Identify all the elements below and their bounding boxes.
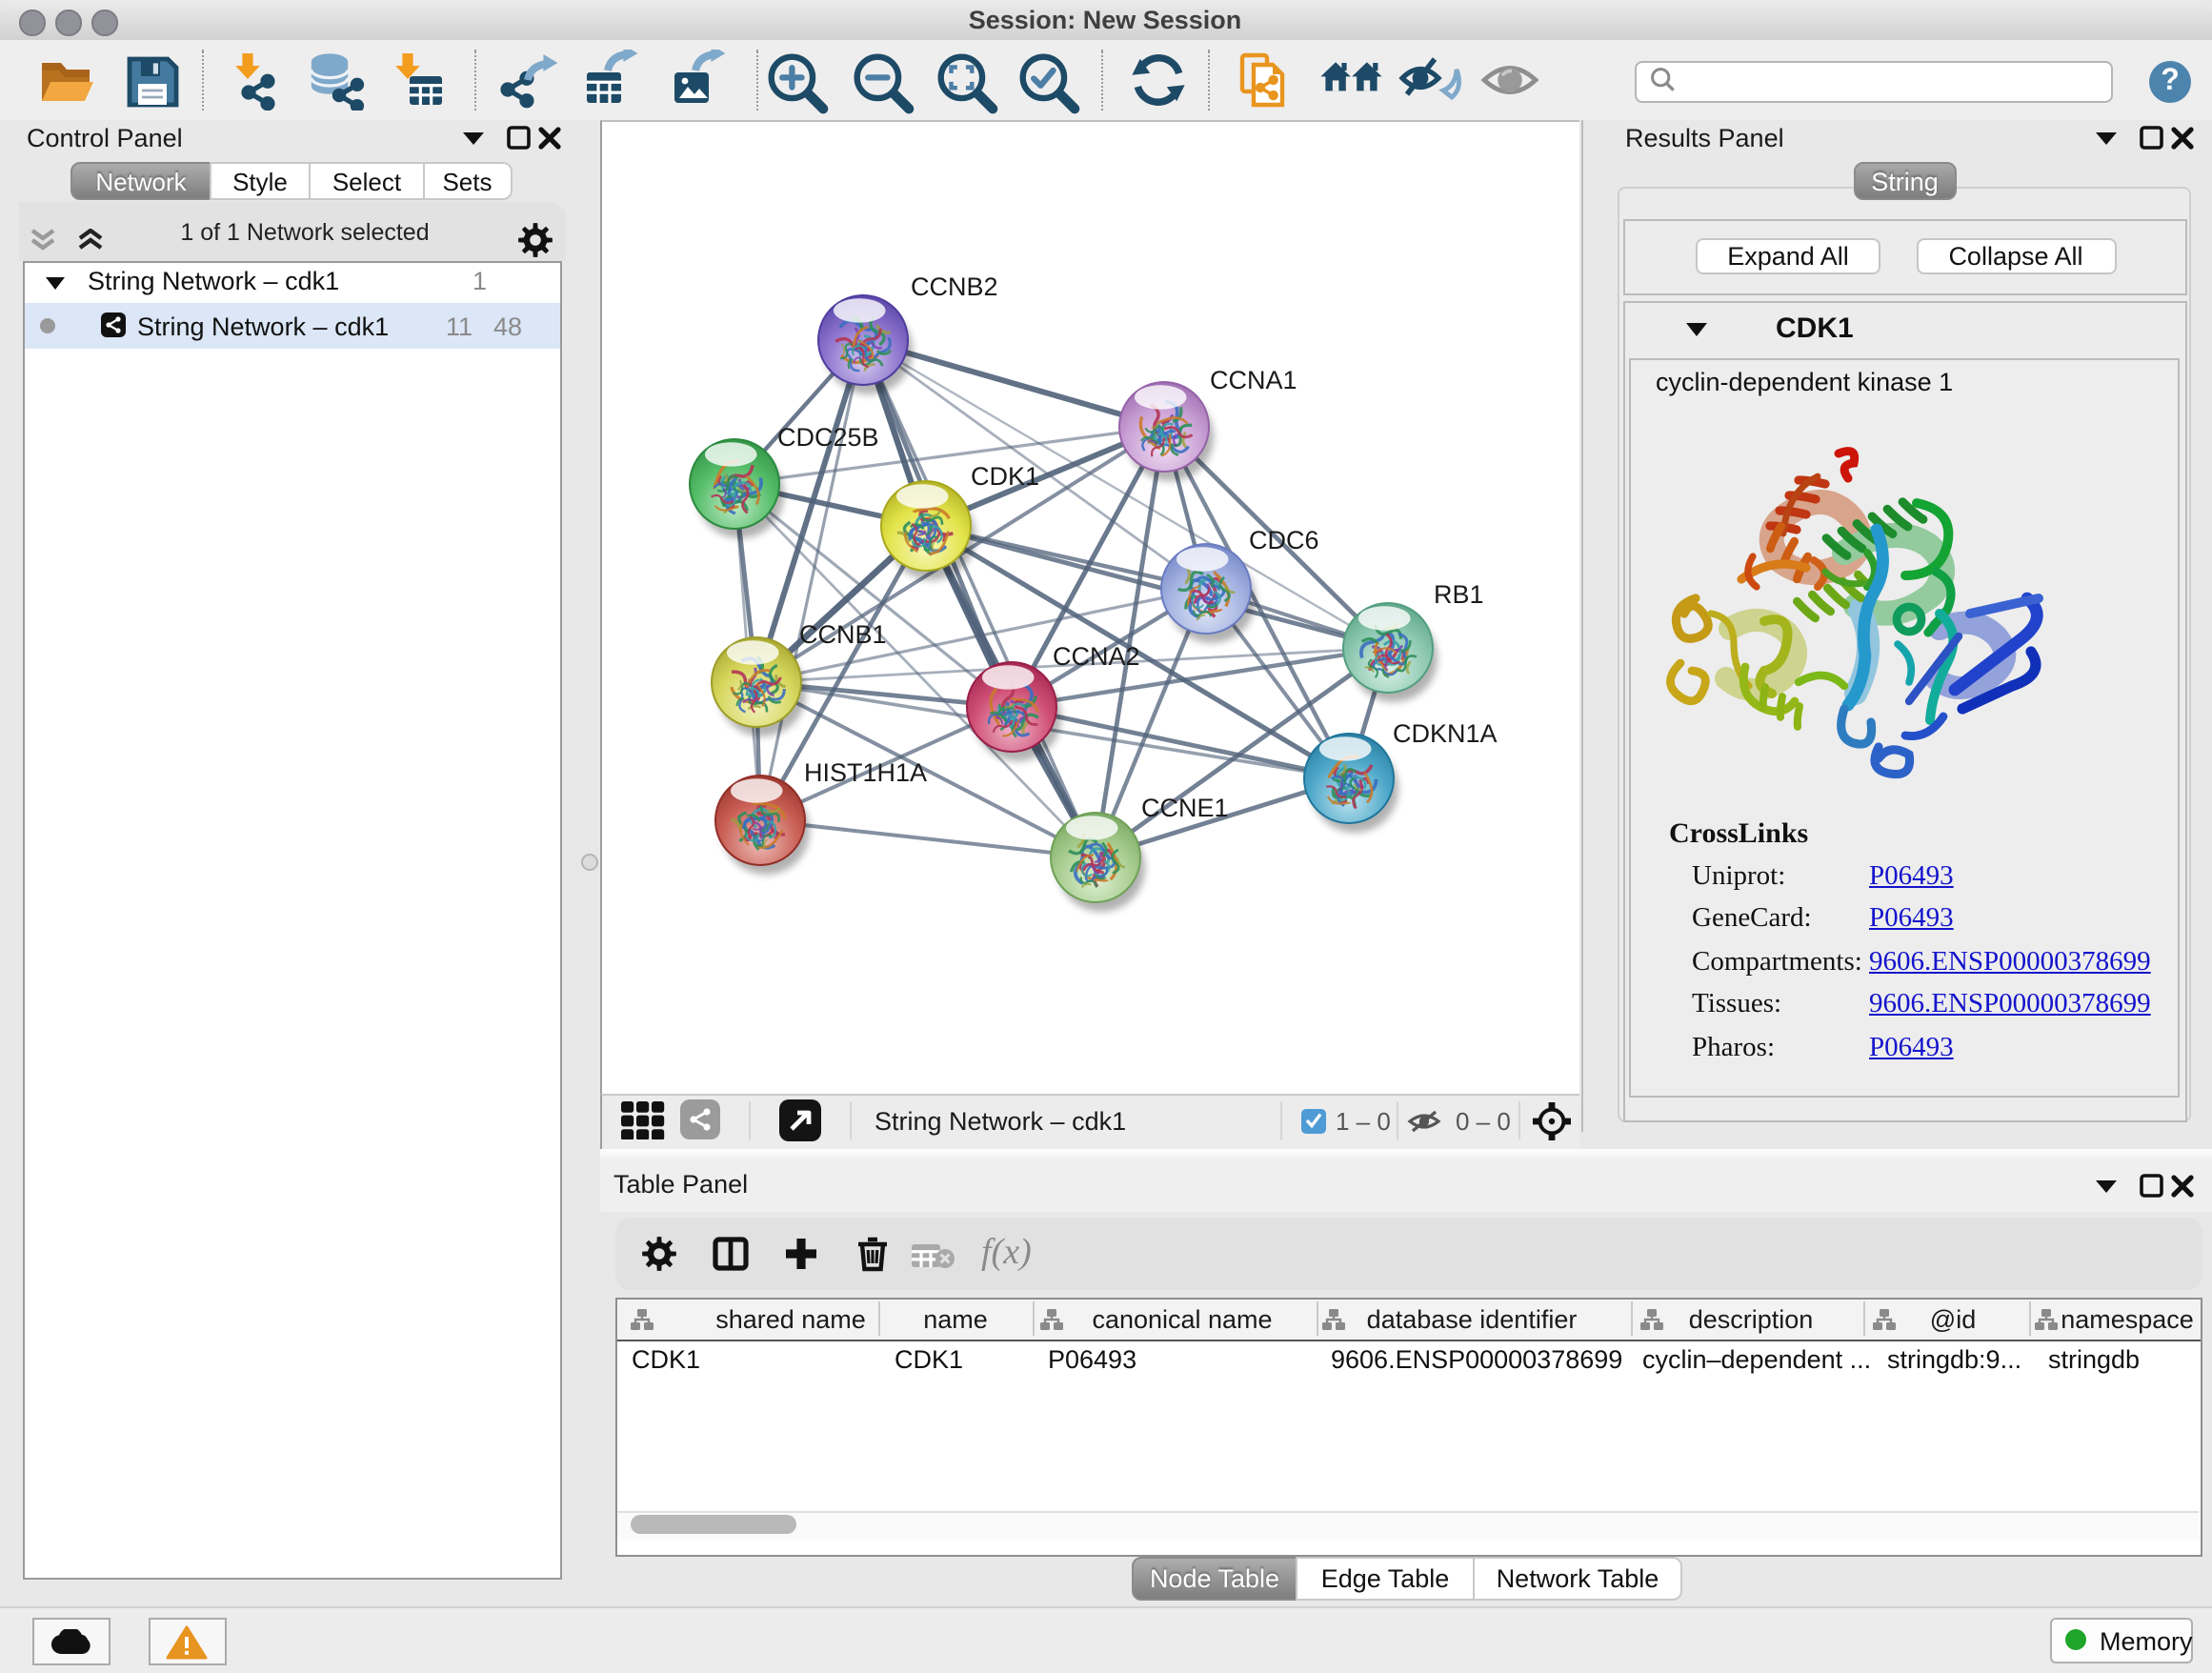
svg-text:CDK1: CDK1 — [970, 461, 1038, 490]
svg-text:HIST1H1A: HIST1H1A — [803, 757, 926, 786]
svg-text:CDC25B: CDC25B — [776, 422, 878, 451]
svg-text:CDC6: CDC6 — [1248, 525, 1318, 554]
svg-text:CCNE1: CCNE1 — [1140, 793, 1228, 821]
svg-text:CCNA1: CCNA1 — [1209, 365, 1297, 393]
svg-text:CCNB1: CCNB1 — [798, 619, 886, 648]
svg-text:CCNB2: CCNB2 — [910, 272, 997, 300]
svg-text:CDKN1A: CDKN1A — [1392, 718, 1497, 747]
svg-text:RB1: RB1 — [1433, 579, 1483, 608]
svg-text:CCNA2: CCNA2 — [1052, 641, 1139, 670]
